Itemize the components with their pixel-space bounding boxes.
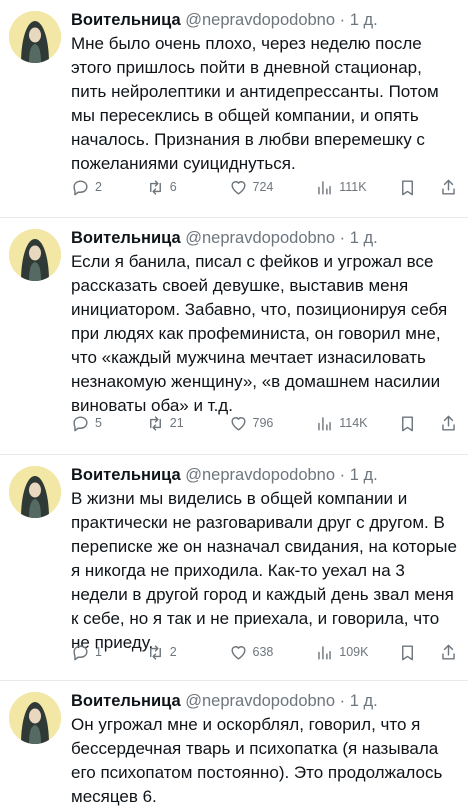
bookmark-button[interactable] xyxy=(398,643,417,662)
retweet-button[interactable]: 2 xyxy=(146,643,216,662)
tweet-content: Воительница @nepravdopodobno · 1 д. В жи… xyxy=(71,464,458,655)
timestamp[interactable]: 1 д. xyxy=(350,229,378,247)
tweet-extra-actions xyxy=(398,643,458,662)
share-icon xyxy=(442,644,455,660)
reply-icon xyxy=(73,179,88,195)
avatar[interactable] xyxy=(9,11,61,63)
bookmark-button[interactable] xyxy=(398,414,417,433)
views-button[interactable]: 109K xyxy=(315,643,385,662)
author-name[interactable]: Воительница xyxy=(71,229,181,247)
separator-dot: · xyxy=(339,466,346,484)
separator-dot: · xyxy=(339,11,346,29)
tweet-content: Воительница @nepravdopodobno · 1 д. Мне … xyxy=(71,9,458,176)
bookmark-icon xyxy=(402,644,413,660)
tweet-header: Воительница @nepravdopodobno · 1 д. xyxy=(71,464,458,486)
like-button[interactable]: 796 xyxy=(229,414,303,433)
avatar-image xyxy=(9,692,61,744)
avatar-image xyxy=(9,466,61,518)
heart-icon xyxy=(230,645,246,660)
tweet[interactable]: Воительница @nepravdopodobno · 1 д. Если… xyxy=(0,218,468,455)
reply-icon xyxy=(73,415,88,431)
like-count: 638 xyxy=(252,645,274,659)
avatar-image xyxy=(9,11,61,63)
share-button[interactable] xyxy=(439,178,458,197)
author-name[interactable]: Воительница xyxy=(71,466,181,484)
share-button[interactable] xyxy=(439,643,458,662)
like-button[interactable]: 638 xyxy=(229,643,303,662)
reply-count: 5 xyxy=(95,416,102,430)
avatar-image xyxy=(9,229,61,281)
reply-count: 2 xyxy=(95,180,102,194)
author-handle[interactable]: @nepravdopodobno xyxy=(185,692,335,710)
like-count: 724 xyxy=(252,180,274,194)
reply-icon xyxy=(73,644,88,660)
tweet-actions: 2 6 724 111K xyxy=(71,177,458,197)
timestamp[interactable]: 1 д. xyxy=(350,466,378,484)
views-button[interactable]: 111K xyxy=(315,178,385,197)
retweet-icon xyxy=(149,179,161,195)
retweet-button[interactable]: 21 xyxy=(146,414,216,433)
tweet[interactable]: Воительница @nepravdopodobno · 1 д. Он у… xyxy=(0,681,468,806)
tweet-extra-actions xyxy=(398,414,458,433)
avatar[interactable] xyxy=(9,229,61,281)
views-count: 114K xyxy=(339,416,368,430)
author-handle[interactable]: @nepravdopodobno xyxy=(185,11,335,29)
views-count: 109K xyxy=(339,645,369,659)
separator-dot: · xyxy=(339,229,346,247)
retweet-count: 6 xyxy=(169,180,177,194)
tweet-header: Воительница @nepravdopodobno · 1 д. xyxy=(71,227,458,249)
bookmark-icon xyxy=(402,179,413,195)
retweet-icon xyxy=(149,644,161,660)
avatar[interactable] xyxy=(9,466,61,518)
like-button[interactable]: 724 xyxy=(229,178,303,197)
reply-button[interactable]: 1 xyxy=(71,643,133,662)
reply-button[interactable]: 2 xyxy=(71,178,133,197)
author-name[interactable]: Воительница xyxy=(71,692,181,710)
tweet-text: Если я банила, писал с фейков и угрожал … xyxy=(71,252,448,415)
tweet-extra-actions xyxy=(398,178,458,197)
timestamp[interactable]: 1 д. xyxy=(350,11,378,29)
heart-icon xyxy=(230,180,246,195)
bookmark-button[interactable] xyxy=(398,178,417,197)
views-button[interactable]: 114K xyxy=(315,414,385,433)
tweet-actions: 1 2 638 109K xyxy=(71,642,458,662)
retweet-count: 2 xyxy=(169,645,177,659)
views-count: 111K xyxy=(339,180,367,194)
like-count: 796 xyxy=(252,416,274,430)
reply-count: 1 xyxy=(95,645,102,659)
reply-button[interactable]: 5 xyxy=(71,414,133,433)
tweet-content: Воительница @nepravdopodobno · 1 д. Он у… xyxy=(71,690,458,809)
separator-dot: · xyxy=(339,692,346,710)
tweet-text: Он угрожал мне и оскорблял, говорил, что… xyxy=(71,715,443,806)
tweet[interactable]: Воительница @nepravdopodobno · 1 д. В жи… xyxy=(0,455,468,681)
tweet-header: Воительница @nepravdopodobno · 1 д. xyxy=(71,690,458,712)
bookmark-icon xyxy=(402,415,413,431)
heart-icon xyxy=(230,416,246,431)
author-name[interactable]: Воительница xyxy=(71,11,181,29)
views-icon xyxy=(318,645,332,660)
retweet-icon xyxy=(149,415,161,431)
tweet-content: Воительница @nepravdopodobno · 1 д. Если… xyxy=(71,227,458,418)
retweet-button[interactable]: 6 xyxy=(146,178,216,197)
timestamp[interactable]: 1 д. xyxy=(350,692,378,710)
author-handle[interactable]: @nepravdopodobno xyxy=(185,229,335,247)
share-button[interactable] xyxy=(439,414,458,433)
author-handle[interactable]: @nepravdopodobno xyxy=(185,466,335,484)
views-icon xyxy=(318,180,332,195)
retweet-count: 21 xyxy=(169,416,184,430)
views-icon xyxy=(318,416,332,431)
tweet-text: В жизни мы виделись в общей компании и п… xyxy=(71,489,457,652)
tweet-text: Мне было очень плохо, через неделю после… xyxy=(71,34,439,173)
avatar[interactable] xyxy=(9,692,61,744)
tweet-header: Воительница @nepravdopodobno · 1 д. xyxy=(71,9,458,31)
tweet[interactable]: Воительница @nepravdopodobno · 1 д. Мне … xyxy=(0,0,468,218)
tweet-actions: 5 21 796 114K xyxy=(71,413,458,433)
share-icon xyxy=(442,179,455,195)
share-icon xyxy=(442,415,455,431)
